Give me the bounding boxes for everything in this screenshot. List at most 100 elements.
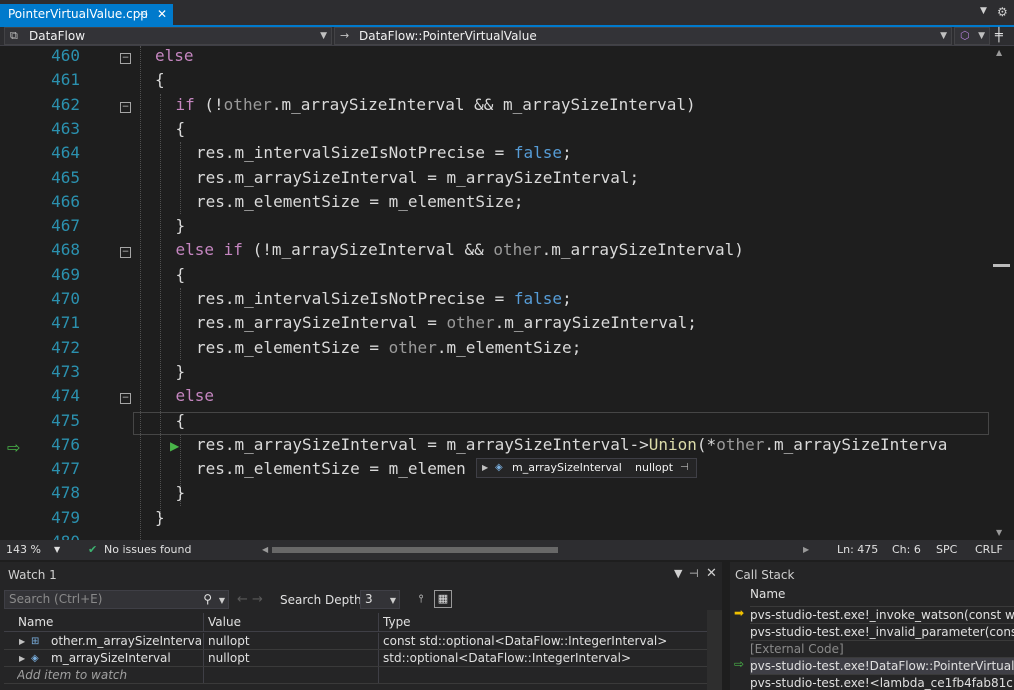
pin-icon[interactable]: ⊣ xyxy=(689,567,699,580)
zoom-level[interactable]: 143 % xyxy=(6,540,41,560)
column-divider[interactable] xyxy=(378,613,379,631)
run-to-click-icon[interactable]: ▶ xyxy=(170,439,179,453)
chevron-down-icon[interactable]: ▼ xyxy=(219,592,225,609)
watch-scrollbar[interactable] xyxy=(707,610,722,690)
code-line[interactable]: else if (!m_arraySizeInterval && other.m… xyxy=(176,240,744,259)
collapse-icon[interactable]: − xyxy=(120,101,131,113)
pin-icon[interactable]: ⊣ xyxy=(138,4,148,25)
watch-search-input[interactable]: Search (Ctrl+E) ⚲ ▼ xyxy=(4,590,229,609)
code-editor[interactable]: 460− else 461{462− if (!other.m_arraySizeIn… xyxy=(0,46,1014,540)
code-token: res.m_elementSize = m_elementSize; xyxy=(196,191,524,211)
code-line[interactable]: } xyxy=(176,362,186,381)
code-line[interactable]: res.m_elementSize = m_elemen xyxy=(196,459,466,478)
code-line[interactable]: { xyxy=(176,411,186,430)
horizontal-scrollbar-thumb[interactable] xyxy=(272,547,558,553)
watch-row[interactable]: ▶ ◈ m_arraySizeInterval nullopt std::opt… xyxy=(4,650,707,667)
code-line[interactable]: else xyxy=(155,46,194,65)
column-header-type[interactable]: Type xyxy=(383,613,411,632)
line-number: 471 xyxy=(51,313,80,333)
code-line[interactable]: else xyxy=(176,386,215,405)
expand-arrow-icon[interactable]: ▶ xyxy=(19,633,25,650)
call-stack-frame-selected[interactable]: pvs-studio-test.exe!DataFlow::PointerVir… xyxy=(750,657,1014,674)
tab-list-dropdown-icon[interactable]: ▼ xyxy=(980,6,987,16)
watch-name[interactable]: other.m_arraySizeInterval xyxy=(51,633,201,650)
member-dropdown[interactable]: → DataFlow::PointerVirtualValue ▼ xyxy=(334,27,952,45)
scope-dropdown[interactable]: ⧉ DataFlow ▼ xyxy=(4,27,332,45)
window-position-dropdown-icon[interactable]: ▼ xyxy=(674,567,682,580)
collapse-icon[interactable]: − xyxy=(120,393,131,405)
indent-guide xyxy=(180,142,181,214)
pin-icon[interactable]: ⊣ xyxy=(680,459,689,477)
code-line[interactable]: } xyxy=(155,508,165,527)
call-stack-frame[interactable]: pvs-studio-test.exe!_invalid_parameter(c… xyxy=(750,623,1014,640)
line-number: 476 xyxy=(51,434,80,454)
code-line[interactable]: res.m_arraySizeInterval = other.m_arrayS… xyxy=(196,313,697,332)
scroll-left-icon[interactable]: ◀ xyxy=(262,540,268,560)
chevron-down-icon: ▼ xyxy=(320,31,327,41)
code-line[interactable]: } xyxy=(176,216,186,235)
line-number: 477 xyxy=(51,459,80,479)
pin-to-source-icon[interactable]: ⫯ xyxy=(412,590,430,608)
code-line[interactable]: { xyxy=(155,70,165,89)
add-item-to-watch[interactable]: Add item to watch xyxy=(17,667,127,684)
datatip-value[interactable]: nullopt xyxy=(635,459,673,477)
watch-title: Watch 1 xyxy=(8,568,57,582)
search-depth-dropdown[interactable]: 3 ▼ xyxy=(360,590,400,609)
watch-value[interactable]: nullopt xyxy=(208,633,250,650)
vertical-scrollbar[interactable]: ▲ ▼ xyxy=(991,46,1014,540)
editor-status-bar: 143 % ▼ ✔ No issues found ◀ ▶ Ln: 475 Ch… xyxy=(0,540,1014,560)
back-forward-icons[interactable]: ← → xyxy=(237,592,263,607)
split-window-icon[interactable]: ╪ xyxy=(995,28,1003,43)
code-token: { xyxy=(175,118,186,138)
watch-window: Watch 1 ▼ ⊣ ✕ Search (Ctrl+E) ⚲ ▼ ← → Se… xyxy=(0,562,722,690)
scroll-right-icon[interactable]: ▶ xyxy=(803,540,809,560)
watch-row[interactable]: ▶ ⊞ other.m_arraySizeInterval nullopt co… xyxy=(4,633,707,650)
symbol-dropdown[interactable]: ⬡ ▼ xyxy=(954,27,990,45)
issues-status[interactable]: No issues found xyxy=(104,540,191,560)
code-line[interactable]: res.m_arraySizeInterval = m_arraySizeInt… xyxy=(196,435,947,454)
code-line[interactable]: res.m_elementSize = m_elementSize; xyxy=(196,192,524,211)
hex-display-icon[interactable]: ▦ xyxy=(434,590,452,608)
code-line[interactable]: res.m_elementSize = other.m_elementSize; xyxy=(196,338,581,357)
scroll-down-icon[interactable]: ▼ xyxy=(996,528,1002,537)
close-icon[interactable]: ✕ xyxy=(157,4,167,25)
line-ending-indicator[interactable]: CRLF xyxy=(975,540,1003,560)
call-stack-frame[interactable]: pvs-studio-test.exe!<lambda_ce1fb4fab81c… xyxy=(750,674,1014,690)
code-line[interactable]: res.m_intervalSizeIsNotPrecise = false; xyxy=(196,143,572,162)
collapse-icon[interactable]: − xyxy=(120,53,131,64)
column-header-name[interactable]: Name xyxy=(750,587,785,601)
tab-pointervirtualvalue[interactable]: PointerVirtualValue.cpp ⊣ ✕ xyxy=(0,4,173,25)
watch-name[interactable]: m_arraySizeInterval xyxy=(51,650,201,667)
datatip[interactable]: ▶ ◈ m_arraySizeInterval nullopt ⊣ xyxy=(476,458,697,478)
line-number: 460 xyxy=(51,46,80,65)
column-header-name[interactable]: Name xyxy=(18,613,53,632)
code-line[interactable]: if (!other.m_arraySizeInterval && m_arra… xyxy=(176,95,696,114)
code-line[interactable]: } xyxy=(176,483,186,502)
document-tab-strip: PointerVirtualValue.cpp ⊣ ✕ ▼ ⚙ xyxy=(0,0,1014,28)
collapse-icon[interactable]: − xyxy=(120,247,131,259)
close-icon[interactable]: ✕ xyxy=(706,566,717,581)
code-token: .m_arraySizeInterval) xyxy=(541,240,744,260)
code-token: ; xyxy=(562,289,572,308)
chevron-down-icon[interactable]: ▼ xyxy=(54,540,60,560)
gear-icon[interactable]: ⚙ xyxy=(997,5,1008,19)
call-stack-frame[interactable]: [External Code] xyxy=(750,640,1014,657)
code-line[interactable]: { xyxy=(176,119,186,138)
column-header-value[interactable]: Value xyxy=(208,613,241,632)
code-line[interactable]: res.m_arraySizeInterval = m_arraySizeInt… xyxy=(196,168,639,187)
watch-add-row[interactable]: Add item to watch xyxy=(4,667,707,684)
code-line[interactable]: res.m_intervalSizeIsNotPrecise = false; xyxy=(196,289,572,308)
search-icon[interactable]: ⚲ xyxy=(203,591,212,608)
call-stack-frame[interactable]: pvs-studio-test.exe!_invoke_watson(const… xyxy=(750,606,1014,623)
scroll-up-icon[interactable]: ▲ xyxy=(996,48,1002,57)
column-divider[interactable] xyxy=(203,613,204,631)
expand-arrow-icon[interactable]: ▶ xyxy=(19,650,25,667)
code-token: { xyxy=(175,410,186,430)
return-frame-icon: ⇨ xyxy=(734,657,745,671)
project-icon: ⧉ xyxy=(10,29,18,42)
code-line[interactable]: { xyxy=(176,265,186,284)
expand-arrow-icon[interactable]: ▶ xyxy=(482,459,488,477)
watch-value[interactable]: nullopt xyxy=(208,650,250,667)
line-number: 461 xyxy=(51,70,80,90)
search-depth-label: Search Depth: xyxy=(280,593,366,607)
